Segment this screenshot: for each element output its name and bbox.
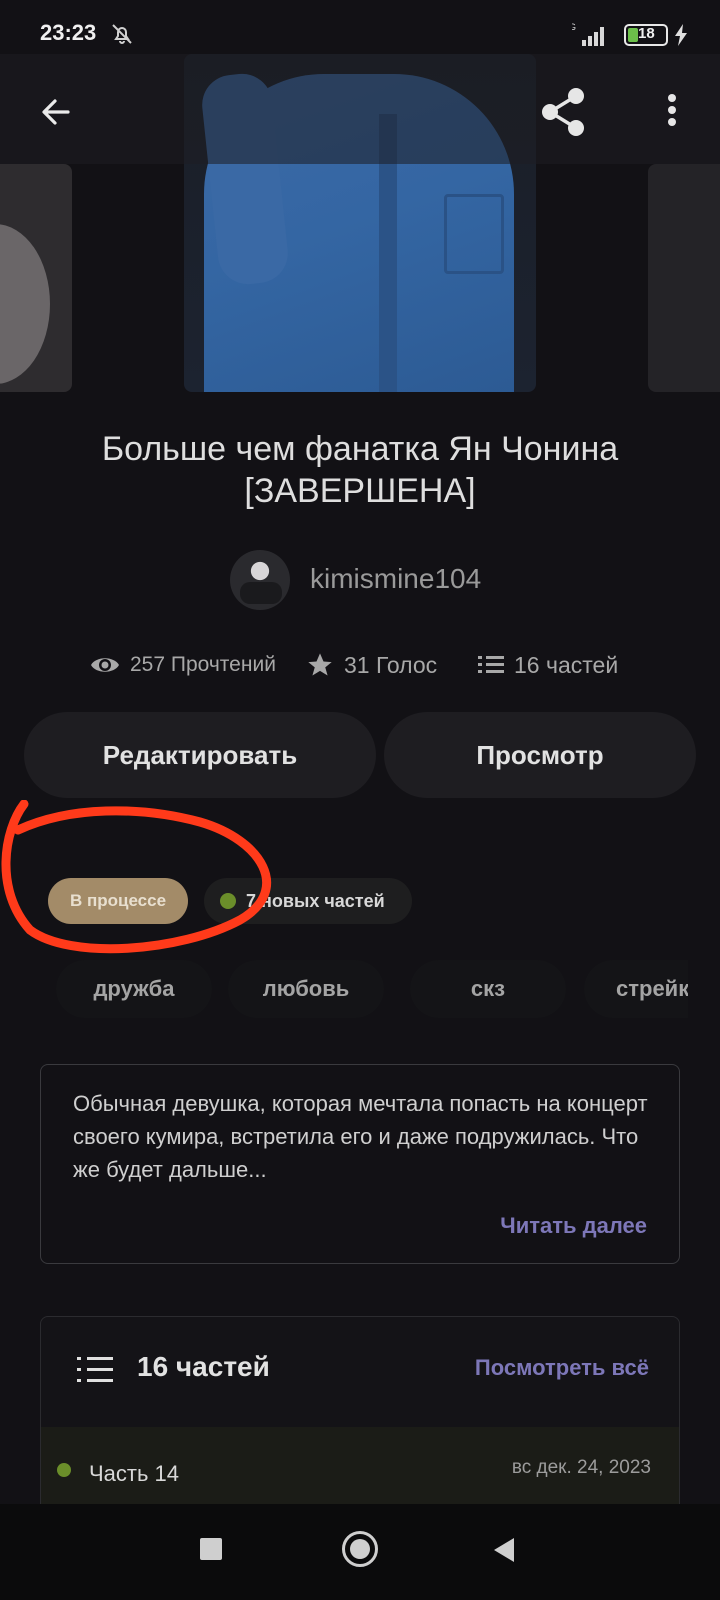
author-avatar[interactable] — [230, 550, 290, 610]
more-vertical-icon[interactable] — [646, 88, 686, 138]
reads-count: 257 Прочтений — [130, 653, 276, 676]
title-line-2: [ЗАВЕРШЕНА] — [244, 472, 476, 510]
next-cover[interactable] — [648, 164, 720, 392]
story-title: Больше чем фанатка Ян Чонина [ЗАВЕРШЕНА] — [0, 428, 720, 512]
status-bar: 23:23 4G 18 — [0, 0, 720, 56]
arrow-left-icon — [42, 99, 70, 125]
recents-button[interactable] — [200, 1538, 222, 1560]
description-card: Обычная девушка, которая мечтала попасть… — [40, 1064, 680, 1264]
new-indicator-dot — [57, 1463, 71, 1477]
votes-stat: 31 Голос — [306, 648, 437, 682]
signal-icon: 4G — [572, 22, 604, 46]
list-icon — [478, 656, 504, 673]
tag-chip[interactable]: стрейк — [584, 960, 688, 1018]
back-button[interactable] — [30, 86, 82, 138]
tags-row: дружба любовь скз стрейк — [0, 960, 688, 1022]
tag-chip[interactable]: любовь — [228, 960, 384, 1018]
status-badge: В процессе — [48, 878, 188, 924]
battery-level: 18 — [638, 25, 655, 42]
parts-count: 16 частей — [514, 651, 619, 678]
description-text: Обычная девушка, которая мечтала попасть… — [73, 1091, 648, 1182]
new-indicator-dot — [220, 893, 236, 909]
story-stats: 257 Прочтений 31 Голос 16 частей — [0, 648, 720, 682]
reads-stat: 257 Прочтений — [90, 648, 276, 682]
parts-title: 16 частей — [137, 1351, 270, 1382]
parts-card: 16 частей Посмотреть всё Часть 14 вс дек… — [40, 1316, 680, 1506]
nav-back-button[interactable] — [492, 1536, 516, 1564]
network-label: 4G — [572, 22, 576, 32]
part-date: вс дек. 24, 2023 — [511, 1457, 651, 1478]
status-time: 23:23 — [40, 20, 97, 45]
charging-icon — [675, 24, 687, 46]
bell-off-icon — [112, 24, 132, 44]
battery-icon: 18 — [624, 24, 668, 46]
star-icon — [308, 653, 332, 676]
eye-icon — [91, 658, 119, 672]
tag-chip[interactable]: скз — [410, 960, 566, 1018]
list-icon — [77, 1357, 113, 1382]
view-all-link[interactable]: Посмотреть всё — [475, 1355, 649, 1381]
tag-chip[interactable]: дружба — [56, 960, 212, 1018]
preview-button[interactable]: Просмотр — [384, 712, 696, 798]
story-cover — [184, 54, 536, 392]
home-button[interactable] — [342, 1531, 378, 1567]
part-name: Часть 14 — [89, 1461, 180, 1486]
edit-button[interactable]: Редактировать — [24, 712, 376, 798]
list-item[interactable]: Часть 14 вс дек. 24, 2023 — [41, 1427, 679, 1505]
previous-cover[interactable] — [0, 164, 72, 392]
votes-count: 31 Голос — [344, 651, 438, 678]
author-name[interactable]: kimismine104 — [310, 563, 481, 595]
read-more-link[interactable]: Читать далее — [500, 1213, 647, 1239]
parts-stat: 16 частей — [478, 648, 618, 682]
new-parts-badge: 7 новых частей — [204, 878, 412, 924]
new-parts-label: 7 новых частей — [246, 890, 385, 911]
title-line-1: Больше чем фанатка Ян Чонина — [101, 430, 619, 468]
share-icon[interactable] — [534, 82, 594, 142]
